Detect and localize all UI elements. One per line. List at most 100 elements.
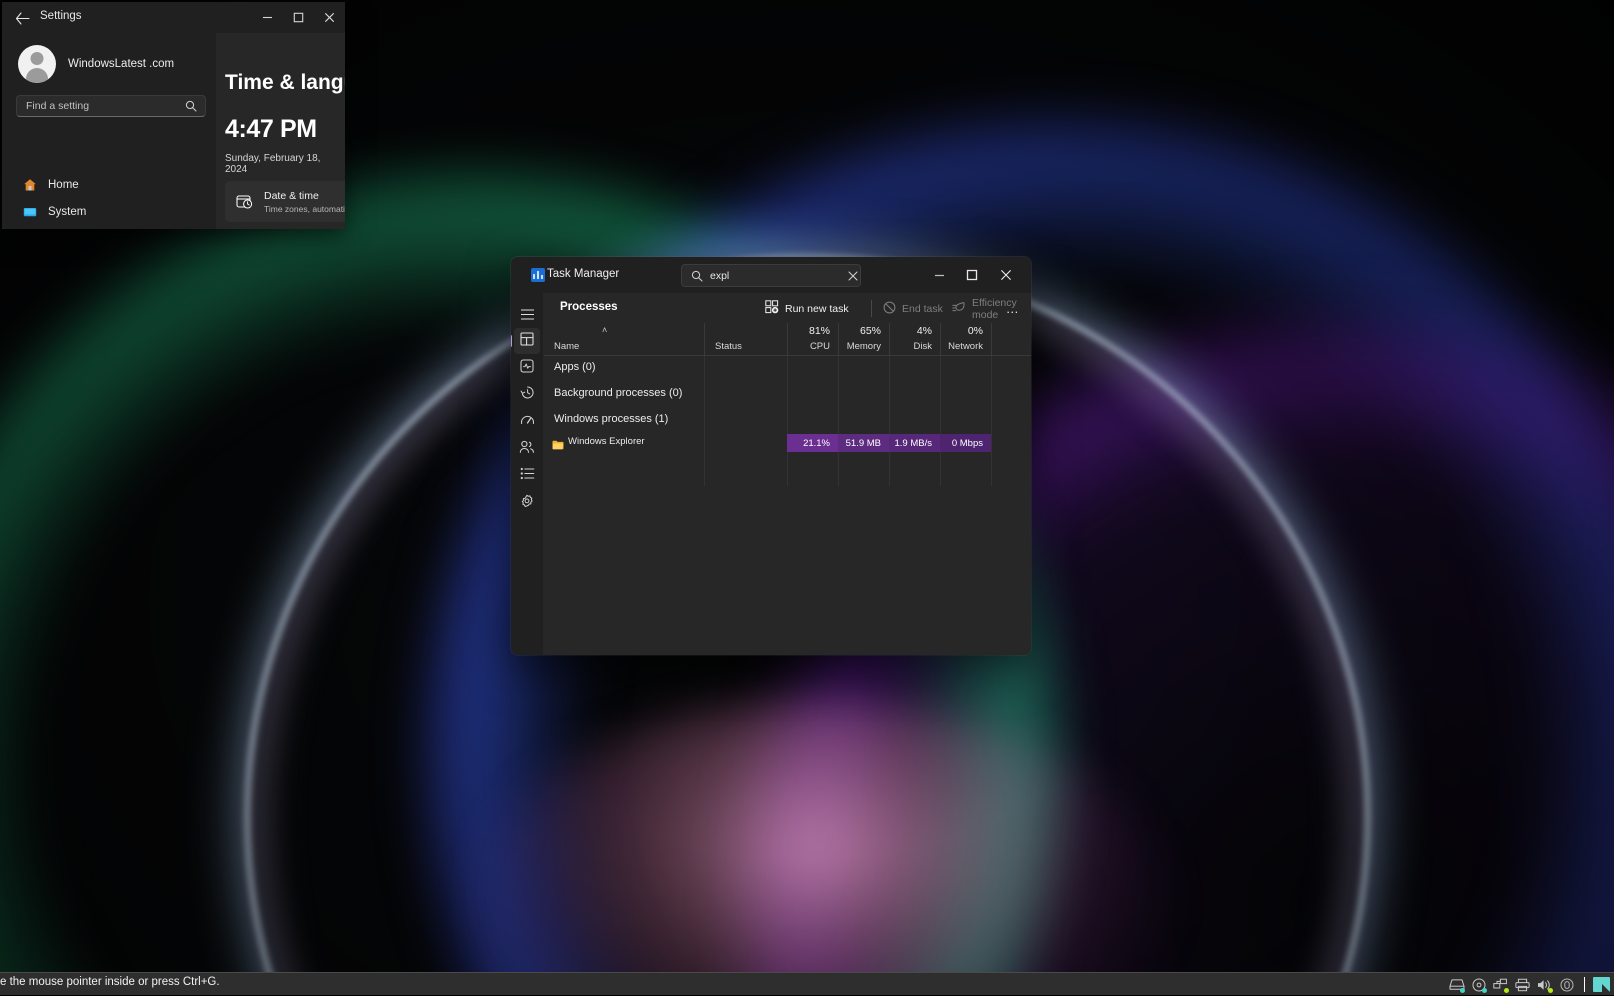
task-manager-body: Processes Run new task End task	[511, 293, 1031, 655]
sidebar-item-system[interactable]: System	[14, 199, 210, 224]
group-row-windows-processes[interactable]: Windows processes (1)	[544, 408, 1031, 434]
sidebar-item-startup-apps[interactable]	[514, 409, 540, 435]
memory-total-percent: 65%	[860, 325, 881, 337]
process-search-box[interactable]	[681, 264, 861, 287]
column-header-status[interactable]: Status	[704, 323, 787, 356]
settings-maximize-button[interactable]	[283, 2, 314, 33]
settings-minimize-button[interactable]	[252, 2, 283, 33]
task-manager-close-button[interactable]	[990, 260, 1021, 290]
clear-icon[interactable]	[845, 265, 860, 286]
current-time: 4:47 PM	[225, 115, 317, 144]
sidebar-item-services[interactable]	[514, 490, 540, 516]
status-dot	[1460, 988, 1465, 993]
shared-folder-printer-icon[interactable]	[1513, 975, 1532, 994]
column-header-disk[interactable]: 4% Disk	[889, 323, 940, 356]
task-manager-toolbar: Processes Run new task End task	[543, 293, 1031, 323]
leaf-speed-icon	[952, 301, 966, 317]
services-gear-icon	[520, 494, 534, 513]
page-title: Time & langua	[225, 71, 345, 95]
card-subtitle: Time zones, automati	[264, 204, 345, 214]
search-input[interactable]	[710, 270, 845, 282]
sidebar-item-bluetooth-devices[interactable]: Bluetooth & devices	[14, 226, 210, 229]
table-row[interactable]: Windows Explorer 21.1% 51.9 MB 1.9 MB/s …	[544, 434, 1031, 452]
task-manager-title-label: Task Manager	[547, 268, 619, 280]
status-dot	[1548, 988, 1553, 993]
process-name: Windows Explorer	[568, 436, 645, 447]
column-header-cpu[interactable]: 81% CPU	[787, 323, 838, 356]
group-label: Windows processes (1)	[554, 413, 668, 425]
column-header-network[interactable]: 0% Network	[940, 323, 991, 356]
process-cpu: 21.1%	[787, 434, 838, 452]
mouse-capture-icon[interactable]	[1557, 975, 1576, 994]
sidebar-item-performance[interactable]	[514, 355, 540, 381]
search-input[interactable]	[17, 100, 185, 112]
startup-gauge-icon	[520, 413, 535, 432]
task-manager-window[interactable]: Task Manager	[511, 257, 1031, 655]
status-dot	[1504, 988, 1509, 993]
users-icon	[519, 440, 535, 459]
end-task-button[interactable]: End task	[883, 298, 943, 319]
folder-icon	[552, 437, 564, 447]
task-manager-sidebar	[511, 293, 543, 655]
sidebar-item-home[interactable]: Home	[14, 172, 210, 197]
group-row-apps[interactable]: Apps (0)	[544, 356, 1031, 382]
hard-disk-icon[interactable]	[1447, 975, 1466, 994]
sidebar-item-users[interactable]	[514, 436, 540, 462]
run-new-task-button[interactable]: Run new task	[765, 298, 849, 319]
task-manager-main: Processes Run new task End task	[543, 293, 1031, 655]
task-manager-titlebar[interactable]: Task Manager	[511, 257, 1031, 293]
column-header-memory[interactable]: 65% Memory	[838, 323, 889, 356]
processes-grid-icon	[520, 332, 534, 351]
group-row-background-processes[interactable]: Background processes (0)	[544, 382, 1031, 408]
profile-name: WindowsLatest .com	[68, 58, 174, 70]
monitor-icon	[22, 204, 37, 219]
find-setting-search[interactable]	[16, 95, 206, 117]
card-text-block: Date & time Time zones, automati	[264, 190, 345, 214]
status-tray	[1447, 973, 1610, 996]
column-label: Disk	[914, 341, 932, 352]
settings-card-date-time[interactable]: Date & time Time zones, automati	[225, 181, 345, 222]
network-total-percent: 0%	[968, 325, 983, 337]
settings-content-pane: Time & langua 4:47 PM Sunday, February 1…	[216, 33, 345, 229]
sidebar-item-app-history[interactable]	[514, 382, 540, 408]
task-manager-minimize-button[interactable]	[924, 260, 955, 290]
column-label: Memory	[847, 341, 881, 352]
new-task-icon	[765, 300, 779, 317]
sidebar-item-details[interactable]	[514, 463, 540, 489]
profile-row[interactable]: WindowsLatest .com	[18, 45, 174, 83]
back-arrow-icon[interactable]	[12, 8, 32, 28]
settings-window[interactable]: Settings WindowsLatest .com	[2, 2, 345, 229]
current-date: Sunday, February 18, 2024	[225, 153, 345, 175]
hamburger-menu-icon[interactable]	[514, 301, 540, 327]
network-icon[interactable]	[1491, 975, 1510, 994]
settings-sidebar: WindowsLatest .com Home System	[2, 33, 216, 229]
settings-close-button[interactable]	[314, 2, 345, 33]
more-options-button[interactable]: …	[1002, 298, 1024, 319]
column-header-name[interactable]: ˄ Name	[544, 323, 704, 356]
table-header-row: ˄ Name Status 81% CPU 65% Memory	[544, 323, 1031, 356]
sidebar-item-processes[interactable]	[514, 328, 540, 354]
settings-title-label: Settings	[40, 10, 82, 22]
search-icon	[185, 100, 205, 112]
virtualbox-logo-icon[interactable]	[1593, 977, 1610, 992]
details-list-icon	[520, 467, 535, 485]
task-manager-maximize-button[interactable]	[956, 260, 987, 290]
prohibit-icon	[883, 301, 896, 317]
user-avatar-icon	[18, 45, 56, 83]
column-header-spacer	[991, 323, 1031, 356]
settings-body: WindowsLatest .com Home System	[2, 33, 345, 229]
column-label: CPU	[810, 341, 830, 352]
group-label: Apps (0)	[554, 361, 596, 373]
status-dot	[1482, 988, 1487, 993]
status-message: e the mouse pointer inside or press Ctrl…	[0, 976, 220, 988]
process-disk: 1.9 MB/s	[889, 434, 940, 452]
cpu-total-percent: 81%	[809, 325, 830, 337]
vm-status-bar: e the mouse pointer inside or press Ctrl…	[0, 972, 1614, 995]
settings-titlebar[interactable]: Settings	[2, 2, 345, 33]
table-body: Apps (0) Background processes (0) Window…	[544, 356, 1031, 486]
task-manager-icon	[531, 268, 545, 282]
optical-disc-icon[interactable]	[1469, 975, 1488, 994]
audio-icon[interactable]	[1535, 975, 1554, 994]
history-clock-icon	[520, 385, 535, 405]
column-label: Status	[715, 341, 742, 352]
